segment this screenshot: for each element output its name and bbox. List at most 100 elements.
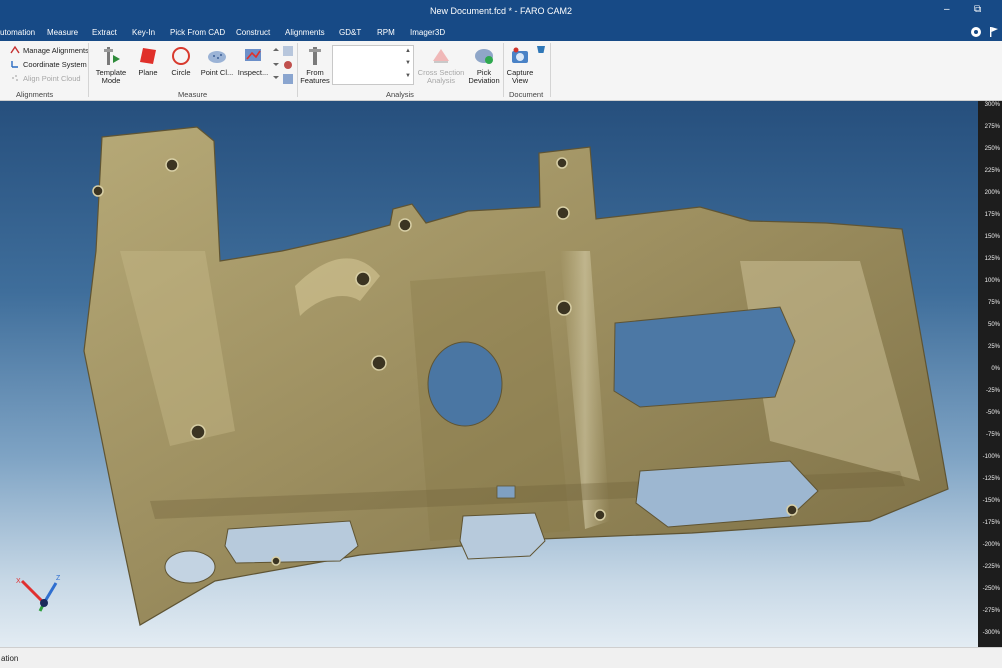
document-group-label: Document: [509, 90, 544, 99]
ribbon-tab-bar: utomation Measure Extract Key-In Pick Fr…: [0, 23, 1002, 41]
scale-label: -250%: [982, 586, 1000, 592]
tab-measure[interactable]: Measure: [47, 28, 78, 37]
combo-arrow-icon[interactable]: ▲: [405, 48, 411, 54]
small-tool-icon[interactable]: [282, 59, 294, 71]
tab-pick-from-cad[interactable]: Pick From CAD: [170, 28, 225, 37]
from-features-icon: [309, 47, 321, 65]
scale-label: -25%: [985, 388, 1000, 394]
scale-label: 50%: [987, 322, 1000, 328]
capture-view-label-2: View: [511, 76, 529, 85]
minimize-button[interactable]: –: [944, 4, 950, 15]
tab-alignments[interactable]: Alignments: [285, 28, 325, 37]
plane-label: Plane: [138, 68, 158, 77]
triad-z-label: Z: [56, 575, 61, 582]
scale-label: 250%: [984, 146, 1000, 152]
from-features-button[interactable]: From Features: [299, 45, 331, 85]
point-cloud-icon: [208, 51, 226, 63]
cross-section-label-2: Analysis: [427, 76, 455, 85]
align-point-cloud-label: Align Point Cloud: [23, 73, 81, 83]
pick-deviation-label-2: Deviation: [468, 76, 500, 85]
scale-label: -50%: [985, 410, 1000, 416]
scale-label: -225%: [982, 564, 1000, 570]
inspect-button[interactable]: Inspect...: [237, 45, 269, 77]
window-title: New Document.fcd * - FARO CAM2: [429, 6, 573, 16]
title-bar: New Document.fcd * - FARO CAM2 – ⧉: [0, 0, 1002, 23]
status-text: ation: [1, 654, 19, 663]
scale-label: 175%: [984, 212, 1000, 218]
tab-imager3d[interactable]: Imager3D: [410, 28, 445, 37]
template-mode-label-2: Mode: [101, 76, 121, 85]
status-bar: ation: [0, 647, 1002, 668]
scale-label: 300%: [984, 102, 1000, 108]
scale-label: -125%: [982, 476, 1000, 482]
combo-arrow-icon[interactable]: ▼: [405, 73, 411, 79]
coordinate-system-button[interactable]: Coordinate System: [10, 59, 87, 69]
manage-alignments-icon: [10, 45, 20, 54]
divider: [550, 43, 551, 97]
scale-label: 100%: [984, 278, 1000, 284]
scale-label: 0%: [991, 366, 1000, 372]
tab-extract[interactable]: Extract: [92, 28, 117, 37]
plane-icon: [140, 48, 156, 64]
tab-gdt[interactable]: GD&T: [339, 28, 361, 37]
circle-button[interactable]: Circle: [166, 45, 196, 77]
analysis-combo[interactable]: ▲ ▼ ▼: [332, 45, 414, 85]
scale-label: -100%: [982, 454, 1000, 460]
settings-gear-icon[interactable]: [970, 26, 982, 38]
capture-view-button[interactable]: Capture View: [505, 45, 535, 85]
scale-label: 275%: [984, 124, 1000, 130]
gallery-scroll-icon[interactable]: [272, 47, 280, 81]
alignments-group-label: Alignments: [16, 90, 54, 99]
scanned-part-model[interactable]: [0, 101, 978, 647]
from-features-label-2: Features: [300, 76, 330, 85]
scale-label: 200%: [984, 190, 1000, 196]
combo-arrow-icon[interactable]: ▼: [405, 60, 411, 66]
scale-label: 75%: [987, 300, 1000, 306]
align-point-cloud-icon: [12, 75, 18, 81]
scale-label: 150%: [984, 234, 1000, 240]
scale-label: 225%: [984, 168, 1000, 174]
measure-group-label: Measure: [178, 90, 208, 99]
ribbon: Manage Alignments Coordinate System Alig…: [0, 41, 1002, 101]
cross-section-icon: [433, 49, 449, 63]
small-tool-icon[interactable]: [282, 45, 294, 57]
scale-label: -150%: [982, 498, 1000, 504]
restore-button[interactable]: ⧉: [974, 4, 981, 15]
circle-icon: [172, 47, 190, 65]
manage-alignments-label: Manage Alignments: [23, 45, 89, 55]
scale-label: -200%: [982, 542, 1000, 548]
manage-alignments-button[interactable]: Manage Alignments: [10, 45, 89, 55]
flag-icon[interactable]: [988, 26, 1000, 38]
divider: [503, 43, 504, 97]
coordinate-system-label: Coordinate System: [23, 59, 87, 69]
small-tool-icon[interactable]: [282, 73, 294, 85]
tab-automation[interactable]: utomation: [0, 28, 35, 37]
pick-deviation-icon: [475, 49, 493, 64]
circle-label: Circle: [171, 68, 191, 77]
align-point-cloud-button[interactable]: Align Point Cloud: [10, 73, 81, 83]
tab-rpm[interactable]: RPM: [377, 28, 395, 37]
inspect-label: Inspect...: [237, 68, 269, 77]
analysis-group-label: Analysis: [386, 90, 414, 99]
deviation-scale-bar: 300% 275% 250% 225% 200% 175% 150% 125% …: [978, 101, 1002, 647]
cross-section-analysis-button[interactable]: Cross Section Analysis: [416, 45, 466, 85]
template-mode-button[interactable]: Template Mode: [92, 45, 130, 85]
tab-construct[interactable]: Construct: [236, 28, 270, 37]
scale-label: 125%: [984, 256, 1000, 262]
scale-label: 25%: [987, 344, 1000, 350]
divider: [88, 43, 89, 97]
point-cloud-button[interactable]: Point Cl...: [200, 45, 234, 77]
scale-label: -300%: [982, 630, 1000, 636]
coordinate-system-icon: [11, 61, 18, 68]
document-bucket-icon[interactable]: [536, 44, 546, 54]
divider: [297, 43, 298, 97]
scale-label: -75%: [985, 432, 1000, 438]
plane-button[interactable]: Plane: [133, 45, 163, 77]
scale-label: -175%: [982, 520, 1000, 526]
3d-viewport[interactable]: X Z: [0, 101, 978, 647]
pick-deviation-button[interactable]: Pick Deviation: [468, 45, 500, 85]
inspect-icon: [245, 49, 261, 61]
template-mode-icon: [104, 47, 120, 65]
point-cloud-label: Point Cl...: [200, 68, 234, 77]
tab-key-in[interactable]: Key-In: [132, 28, 155, 37]
